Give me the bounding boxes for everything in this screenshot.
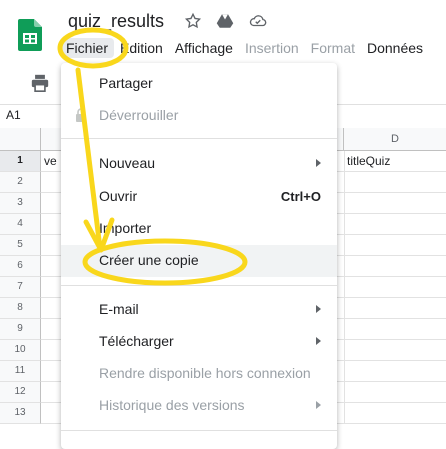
row-header[interactable]: 10 xyxy=(0,340,41,361)
grid-corner[interactable] xyxy=(0,128,41,151)
menu-fichier[interactable]: Fichier xyxy=(60,38,115,58)
submenu-arrow-icon xyxy=(316,305,321,313)
menubar: Fichier Édition Affichage Insertion Form… xyxy=(60,38,429,58)
drive-move-icon[interactable] xyxy=(216,12,234,30)
menu-item-historique-versions[interactable]: Historique des versions xyxy=(61,390,337,422)
submenu-arrow-icon xyxy=(316,401,321,409)
lock-icon xyxy=(75,108,87,122)
grid-line xyxy=(344,256,345,276)
menu-item-email[interactable]: E-mail xyxy=(61,294,337,326)
menu-item-label: Partager xyxy=(99,75,153,91)
menu-item-label: Télécharger xyxy=(99,333,174,349)
grid-line xyxy=(344,151,345,171)
menu-divider xyxy=(61,138,337,139)
submenu-arrow-icon xyxy=(316,337,321,345)
menu-item-label: Déverrouiller xyxy=(99,107,179,123)
menu-item-label: Nouveau xyxy=(99,155,156,171)
grid-line xyxy=(344,382,345,402)
grid-line xyxy=(344,172,345,192)
submenu-arrow-icon xyxy=(316,159,321,167)
grid-line xyxy=(344,214,345,234)
row-header[interactable]: 12 xyxy=(0,382,41,403)
row-header[interactable]: 2 xyxy=(0,172,41,193)
grid-line xyxy=(344,235,345,255)
menu-insertion[interactable]: Insertion xyxy=(239,38,305,58)
name-box[interactable]: A1 xyxy=(6,108,21,122)
menu-item-deverrouiller[interactable]: Déverrouiller xyxy=(61,100,337,132)
grid-line xyxy=(344,403,345,423)
grid-line xyxy=(344,340,345,360)
row-header[interactable]: 3 xyxy=(0,193,41,214)
menu-edition[interactable]: Édition xyxy=(114,38,169,58)
menu-item-label: Rendre disponible hors connexion xyxy=(99,365,311,381)
grid-line xyxy=(344,277,345,297)
sheets-logo-icon[interactable] xyxy=(18,19,42,51)
grid-line xyxy=(344,361,345,381)
menu-item-creer-une-copie[interactable]: Créer une copie xyxy=(61,245,337,277)
menu-item-label: Ouvrir xyxy=(99,188,138,204)
row-header[interactable]: 7 xyxy=(0,277,41,298)
row-header[interactable]: 9 xyxy=(0,319,41,340)
menu-donnees[interactable]: Données xyxy=(361,38,429,58)
row-header[interactable]: 1 xyxy=(0,151,41,172)
row-header[interactable]: 13 xyxy=(0,403,41,424)
document-title[interactable]: quiz_results xyxy=(68,11,164,32)
file-menu: Partager Déverrouiller Nouveau Ouvrir Ct… xyxy=(61,63,337,449)
menu-item-telecharger[interactable]: Télécharger xyxy=(61,326,337,358)
menu-item-label: E-mail xyxy=(99,301,139,317)
row-header[interactable]: 8 xyxy=(0,298,41,319)
grid-line xyxy=(344,319,345,339)
menu-item-partager[interactable]: Partager xyxy=(61,68,337,100)
cloud-saved-icon[interactable] xyxy=(248,12,267,30)
menu-divider xyxy=(61,430,337,431)
menu-item-ouvrir[interactable]: Ouvrir Ctrl+O xyxy=(61,181,337,213)
menu-item-importer[interactable]: Importer xyxy=(61,213,337,245)
star-icon[interactable] xyxy=(184,12,202,30)
column-header-d[interactable]: D xyxy=(344,128,446,151)
menu-item-label: Créer une copie xyxy=(99,252,199,268)
menu-item-hors-connexion[interactable]: Rendre disponible hors connexion xyxy=(61,358,337,390)
shortcut-label: Ctrl+O xyxy=(280,189,321,204)
menu-item-label: Historique des versions xyxy=(99,397,245,413)
menu-divider xyxy=(61,285,337,286)
menu-format[interactable]: Format xyxy=(305,38,361,58)
row-header[interactable]: 11 xyxy=(0,361,41,382)
row-header[interactable]: 5 xyxy=(0,235,41,256)
print-icon[interactable] xyxy=(30,74,50,92)
menu-item-label: Importer xyxy=(99,220,152,236)
cell-d1[interactable]: titleQuiz xyxy=(347,151,442,171)
menu-item-nouveau[interactable]: Nouveau xyxy=(61,148,337,180)
grid-line xyxy=(344,298,345,318)
grid-line xyxy=(344,193,345,213)
row-header[interactable]: 6 xyxy=(0,256,41,277)
menu-affichage[interactable]: Affichage xyxy=(169,38,239,58)
row-header[interactable]: 4 xyxy=(0,214,41,235)
